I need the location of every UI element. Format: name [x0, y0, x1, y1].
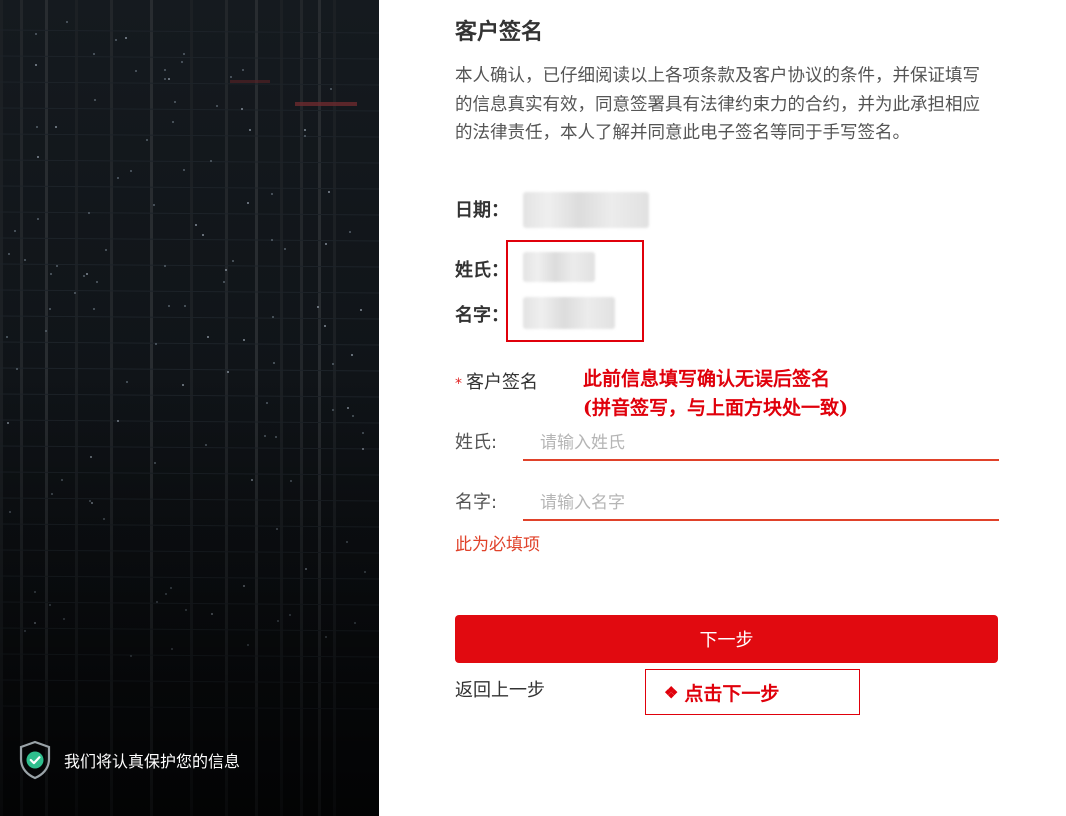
background-image-panel: 我们将认真保护您的信息: [0, 0, 379, 816]
givenname-field-label: 名字:: [455, 492, 498, 513]
name-highlight-box: [506, 240, 644, 342]
consent-statement: 本人确认，已仔细阅读以上各项条款及客户协议的条件，并保证填写的信息真实有效，同意…: [455, 66, 980, 143]
signature-label: * 客户签名: [455, 368, 538, 394]
section-title: 客户签名: [455, 20, 544, 45]
diamond-bullet-icon: ❖: [664, 682, 679, 702]
givenname-info-label: 名字：: [455, 305, 509, 326]
required-mark: *: [455, 376, 462, 392]
required-error-message: 此为必填项: [455, 535, 540, 555]
annotation-note-line2: (拼音签写，与上面方块处一致): [583, 397, 848, 419]
next-step-button[interactable]: 下一步: [455, 615, 998, 663]
date-label: 日期：: [455, 200, 509, 221]
surname-info-label: 姓氏：: [455, 260, 509, 281]
security-notice: 我们将认真保护您的信息: [18, 740, 240, 780]
surname-field-label: 姓氏:: [455, 432, 498, 453]
surname-input[interactable]: [523, 427, 999, 461]
annotation-callout: ❖ 点击下一步: [645, 669, 860, 715]
shield-check-icon: [18, 740, 52, 780]
annotation-note-line1: 此前信息填写确认无误后签名: [583, 368, 831, 390]
givenname-input[interactable]: [523, 487, 999, 521]
server-rack-image: [0, 0, 379, 816]
date-value-redacted: [523, 192, 649, 228]
signature-form: 客户签名 本人确认，已仔细阅读以上各项条款及客户协议的条件，并保证填写的信息真实…: [455, 0, 1015, 816]
back-step-link[interactable]: 返回上一步: [455, 676, 545, 702]
callout-text: 点击下一步: [684, 682, 780, 705]
signature-label-text: 客户签名: [466, 372, 538, 393]
security-notice-text: 我们将认真保护您的信息: [64, 752, 241, 771]
